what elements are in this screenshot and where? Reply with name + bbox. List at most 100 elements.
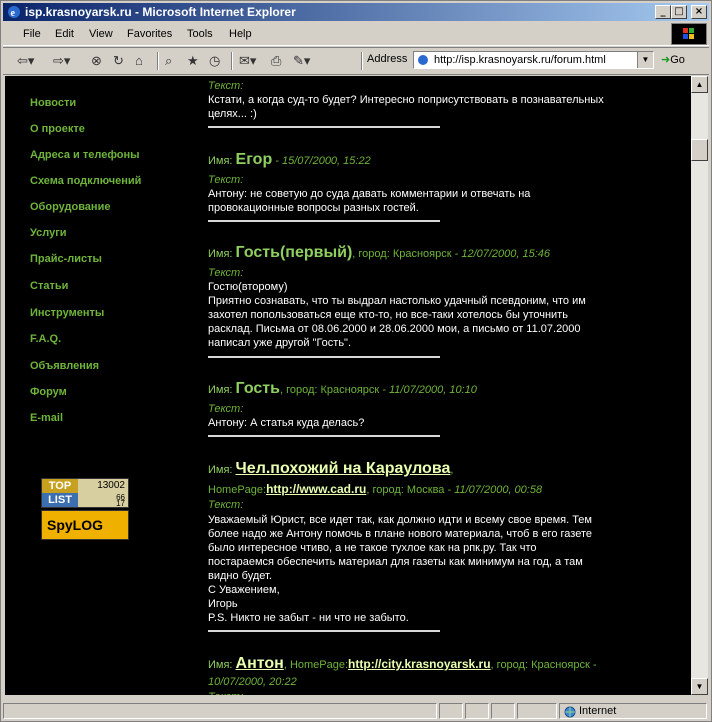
- mail-icon[interactable]: ✉▾: [239, 52, 256, 70]
- post-text-line: расклад. Письма от 08.06.2000 и 28.06.20…: [208, 323, 581, 335]
- back-arrow-icon[interactable]: ⇦▾: [17, 52, 34, 70]
- homepage-link[interactable]: http://www.cad.ru: [266, 482, 366, 496]
- post-author-link[interactable]: Чел.похожий на Караулова: [236, 460, 451, 477]
- post-text-label: Текст:: [208, 499, 244, 511]
- status-cell: [465, 703, 489, 719]
- menu-view[interactable]: View: [89, 28, 113, 40]
- title-bar[interactable]: e isp.krasnoyarsk.ru - Microsoft Interne…: [3, 3, 709, 21]
- browser-window: e isp.krasnoyarsk.ru - Microsoft Interne…: [0, 0, 712, 722]
- scroll-down-arrow-icon[interactable]: ▼: [691, 678, 708, 695]
- post-header: Имя: Егор - 15/07/2000, 15:22: [208, 152, 371, 168]
- spylog-counter[interactable]: SpyLOG: [41, 510, 129, 540]
- chevron-down-icon[interactable]: ▼: [637, 52, 653, 68]
- nav-link-faq[interactable]: F.A.Q.: [30, 333, 61, 345]
- menu-tools[interactable]: Tools: [187, 28, 213, 40]
- city-label: город:: [372, 484, 404, 496]
- post-divider: [208, 126, 440, 128]
- favorites-icon[interactable]: ★: [187, 52, 199, 70]
- nav-link-contacts[interactable]: Адреса и телефоны: [30, 149, 140, 161]
- post-date: - 12/07/2000, 15:46: [451, 248, 551, 260]
- close-button[interactable]: ×: [691, 5, 707, 19]
- post-text-line: С Уважением,: [208, 584, 280, 596]
- windows-logo-icon: [671, 23, 707, 45]
- go-button[interactable]: ➜Go: [661, 53, 685, 66]
- toplist-counter[interactable]: TOP LIST 13002 66 17: [41, 478, 129, 508]
- post-text-line: Приятно сознавать, что ты выдрал настоль…: [208, 295, 586, 307]
- zone-label: Internet: [579, 705, 617, 717]
- menu-file[interactable]: File: [23, 28, 41, 40]
- toplist-top: TOP: [42, 479, 78, 493]
- post-text-line: было интересное чтиво, а не такое тухлое…: [208, 542, 537, 554]
- svg-text:e: e: [11, 8, 16, 19]
- refresh-icon[interactable]: ↻: [113, 52, 124, 70]
- menu-edit[interactable]: Edit: [55, 28, 74, 40]
- post-city: Красноярск: [320, 384, 380, 396]
- nav-link-forum[interactable]: Форум: [30, 386, 67, 398]
- post-author: Гость(первый): [235, 244, 353, 261]
- nav-link-about[interactable]: О проекте: [30, 123, 85, 135]
- print-icon[interactable]: ⎙: [271, 52, 281, 70]
- nav-link-news[interactable]: Новости: [30, 97, 76, 109]
- status-cell: [439, 703, 463, 719]
- post-text-line: провокационные вопросы разных гостей.: [208, 202, 419, 214]
- post-city: Москва: [406, 484, 445, 496]
- post-author-link[interactable]: Антон: [236, 655, 284, 672]
- address-label: Address: [367, 53, 408, 65]
- toplist-count-1: 13002: [97, 480, 125, 491]
- post-header: Имя: Гость, город: Красноярск - 11/07/20…: [208, 380, 477, 397]
- post-text-line: написал уже другой "Гость".: [208, 337, 352, 349]
- post-text-line: P.S. Никто не забыт - ни что не забыто.: [208, 612, 409, 624]
- history-icon[interactable]: ◷: [209, 52, 220, 70]
- nav-link-equipment[interactable]: Оборудование: [30, 201, 110, 213]
- window-title: isp.krasnoyarsk.ru - Microsoft Internet …: [25, 5, 296, 19]
- address-field[interactable]: http://isp.krasnoyarsk.ru/forum.html ▼: [413, 51, 654, 69]
- post-header: Имя: Чел.похожий на Караулова,: [208, 460, 454, 477]
- scroll-up-arrow-icon[interactable]: ▲: [691, 76, 708, 93]
- toplist-count-3: 17: [116, 499, 125, 508]
- maximize-button[interactable]: □: [671, 5, 687, 19]
- post-text-label: Текст:: [208, 403, 244, 415]
- stop-icon[interactable]: ⊗: [91, 52, 102, 70]
- post-text-line: Гостю(второму): [208, 281, 288, 293]
- post-text-line: более надо же Антону помочь в плане ново…: [208, 528, 592, 540]
- status-text-cell: [3, 703, 437, 719]
- homepage-link[interactable]: http://city.krasnoyarsk.ru: [348, 657, 491, 671]
- menu-bar: File Edit View Favorites Tools Help: [3, 25, 709, 46]
- nav-link-tools[interactable]: Инструменты: [30, 307, 104, 319]
- nav-link-email[interactable]: E-mail: [30, 412, 63, 424]
- edit-icon[interactable]: ✎▾: [293, 52, 310, 70]
- post-text-line: видно будет.: [208, 570, 272, 582]
- post-text-line: Игорь: [208, 598, 238, 610]
- post-text-label: Текст:: [208, 80, 244, 92]
- homepage-label: HomePage:: [289, 659, 349, 671]
- city-label: город:: [496, 659, 529, 671]
- post-date: - 15/07/2000, 15:22: [272, 155, 371, 167]
- nav-link-schemes[interactable]: Схема подключений: [30, 175, 141, 187]
- nav-link-ads[interactable]: Объявления: [30, 360, 99, 372]
- post-text-line: Уважаемый Юрист, все идет так, как должн…: [208, 514, 592, 526]
- post-subheader: HomePage:http://www.cad.ru, город: Москв…: [208, 482, 543, 496]
- toolbar-separator: [231, 52, 233, 70]
- globe-icon: [564, 706, 576, 718]
- post-text-line: постараемся обеспечить материал для газе…: [208, 556, 583, 568]
- post-city: Красноярск: [392, 248, 452, 260]
- vertical-scrollbar[interactable]: ▲ ▼: [691, 76, 708, 695]
- search-icon[interactable]: ⌕: [165, 52, 172, 70]
- home-icon[interactable]: ⌂: [135, 52, 143, 70]
- menu-help[interactable]: Help: [229, 28, 252, 40]
- nav-link-articles[interactable]: Статьи: [30, 280, 68, 292]
- post-text-line: Антону: не советую до суда давать коммен…: [208, 188, 531, 200]
- forward-arrow-icon[interactable]: ⇨▾: [53, 52, 70, 70]
- name-label: Имя:: [208, 659, 233, 671]
- menu-favorites[interactable]: Favorites: [127, 28, 172, 40]
- post-text-line: целях... :): [208, 108, 257, 120]
- post-date: - 11/07/2000, 00:58: [444, 484, 543, 496]
- minimize-button[interactable]: _: [655, 5, 671, 19]
- name-label: Имя:: [208, 464, 233, 476]
- scroll-thumb[interactable]: [691, 139, 708, 161]
- nav-link-prices[interactable]: Прайс-листы: [30, 253, 102, 265]
- homepage-label: HomePage:: [208, 484, 267, 496]
- nav-link-services[interactable]: Услуги: [30, 227, 67, 239]
- post-header: Имя: Гость(первый), город: Красноярск - …: [208, 244, 551, 261]
- post-date: - 11/07/2000, 10:10: [379, 384, 477, 396]
